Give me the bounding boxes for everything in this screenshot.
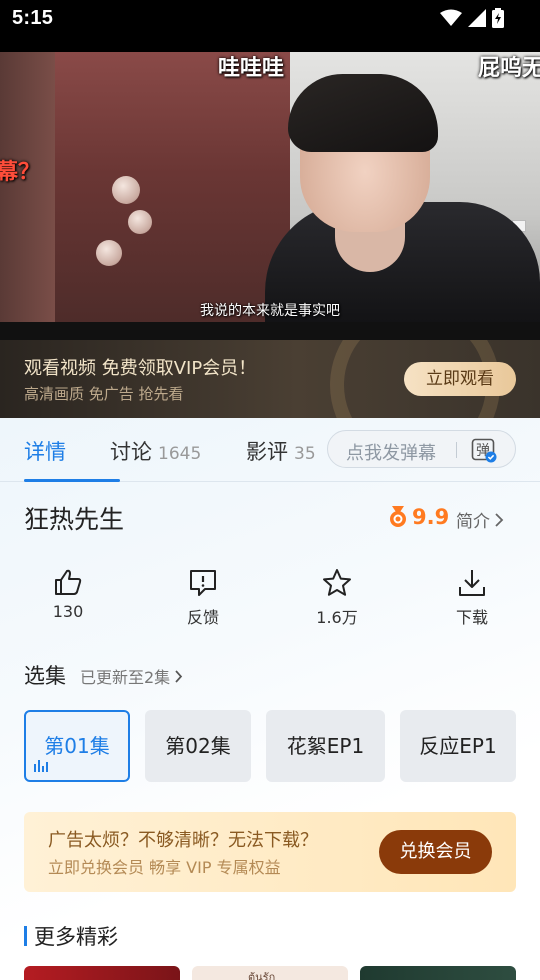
action-row: 130 反馈 1.6万 下载	[0, 568, 540, 638]
video-person-hair	[288, 74, 438, 152]
download-button[interactable]: 下载	[427, 568, 517, 628]
tab-discussion-count: 1645	[158, 444, 202, 464]
ad-title: 广告太烦？不够清晰？无法下载？	[48, 830, 318, 851]
signal-icon	[468, 9, 486, 27]
like-button[interactable]: 130	[23, 568, 113, 621]
download-icon	[459, 570, 485, 596]
membership-ad-card[interactable]: 广告太烦？不够清晰？无法下载？ 立即兑换会员 畅享 VIP 专属权益 兑换会员	[24, 812, 516, 892]
tab-reviews-count: 35	[294, 444, 316, 464]
feedback-button[interactable]: 反馈	[158, 568, 248, 628]
download-label: 下载	[455, 608, 488, 627]
intro-label: 简介	[456, 512, 490, 532]
recommendation-thumbnail[interactable]	[360, 966, 516, 980]
episode-item[interactable]: 第02集	[145, 710, 251, 782]
danmaku-comment: 幕？	[0, 160, 41, 185]
vip-banner-subtitle: 高清画质 免广告 抢先看	[24, 385, 184, 403]
video-scene-door	[0, 52, 55, 322]
tab-reviews[interactable]: 影评 35	[246, 436, 316, 466]
intro-link[interactable]: 简介	[456, 507, 504, 532]
episode-item[interactable]: 反应EP1	[400, 710, 516, 782]
medal-icon	[390, 506, 406, 527]
vip-promo-banner[interactable]: 观看视频 免费领取VIP会员！ 高清画质 免广告 抢先看 立即观看	[0, 340, 540, 418]
episode-item[interactable]: 花絮EP1	[266, 710, 385, 782]
tab-details[interactable]: 详情	[24, 436, 66, 466]
danmaku-input[interactable]: 点我发弹幕 弹	[327, 430, 516, 468]
danmaku-input-divider	[456, 442, 457, 458]
video-scene-balloon	[112, 176, 140, 204]
like-count: 130	[52, 602, 84, 621]
danmaku-comment: 哇哇哇	[218, 56, 285, 81]
now-playing-icon	[34, 760, 48, 772]
episodes-header: 选集 已更新至2集	[24, 660, 183, 690]
more-section-header: 更多精彩	[24, 921, 118, 951]
score-badge: 9.9	[388, 505, 449, 529]
favorite-button[interactable]: 1.6万	[292, 568, 382, 628]
vip-banner-title: 观看视频 免费领取VIP会员！	[24, 358, 257, 379]
feedback-label: 反馈	[186, 608, 219, 627]
thumbnail-caption: ต้นรัก	[248, 971, 276, 980]
episode-label: 花絮EP1	[286, 734, 365, 758]
star-icon	[323, 569, 351, 596]
thumbs-up-icon	[55, 569, 82, 595]
detail-panel: 详情 讨论 1645 影评 35 点我发弹幕 弹 狂热先生 9.9 简介 130…	[0, 418, 540, 980]
score-value: 9.9	[412, 505, 450, 529]
episodes-updated-link[interactable]: 已更新至2集	[80, 664, 183, 688]
tab-bar: 详情 讨论 1645 影评 35 点我发弹幕 弹	[0, 418, 540, 482]
video-scene-balloon	[128, 210, 152, 234]
chevron-right-icon	[175, 669, 183, 683]
status-bar: 5:15	[0, 0, 540, 52]
episode-label: 第02集	[165, 734, 231, 758]
section-accent-bar	[24, 926, 27, 946]
episodes-title: 选集	[24, 664, 66, 688]
danmaku-toggle-icon[interactable]: 弹	[471, 437, 497, 463]
feedback-icon	[190, 570, 216, 596]
tab-reviews-label: 影评	[246, 440, 288, 464]
show-title: 狂热先生	[24, 505, 125, 534]
watch-now-button[interactable]: 立即观看	[404, 362, 516, 396]
redeem-membership-button[interactable]: 兑换会员	[379, 830, 492, 874]
battery-icon	[492, 8, 504, 28]
danmaku-input-placeholder: 点我发弹幕	[346, 443, 436, 464]
tab-discussion[interactable]: 讨论 1645	[110, 436, 201, 466]
episodes-updated-label: 已更新至2集	[80, 668, 171, 687]
tab-discussion-label: 讨论	[110, 440, 152, 464]
danmaku-comment: 屁呜无	[478, 56, 540, 81]
recommendation-thumbnail[interactable]	[24, 966, 180, 980]
episode-label: 第01集	[44, 734, 110, 758]
video-scene-balloon	[96, 240, 122, 266]
video-player[interactable]: 哇哇哇 屁呜无 幕？ 我说的本来就是事实吧	[0, 52, 540, 340]
tab-details-label: 详情	[24, 440, 66, 464]
ad-subtitle: 立即兑换会员 畅享 VIP 专属权益	[48, 858, 281, 877]
active-tab-indicator	[24, 479, 120, 482]
video-letterbox	[0, 322, 540, 340]
more-section-title: 更多精彩	[34, 925, 118, 949]
recommendation-thumbnail[interactable]: ต้นรัก	[192, 966, 348, 980]
episode-label: 反应EP1	[419, 734, 497, 758]
video-subtitle: 我说的本来就是事实吧	[200, 303, 340, 319]
wifi-icon	[440, 9, 462, 26]
chevron-right-icon	[495, 512, 504, 527]
episode-item[interactable]: 第01集	[24, 710, 130, 782]
favorite-count: 1.6万	[316, 608, 358, 627]
status-time: 5:15	[12, 7, 54, 29]
status-icons	[440, 8, 504, 28]
